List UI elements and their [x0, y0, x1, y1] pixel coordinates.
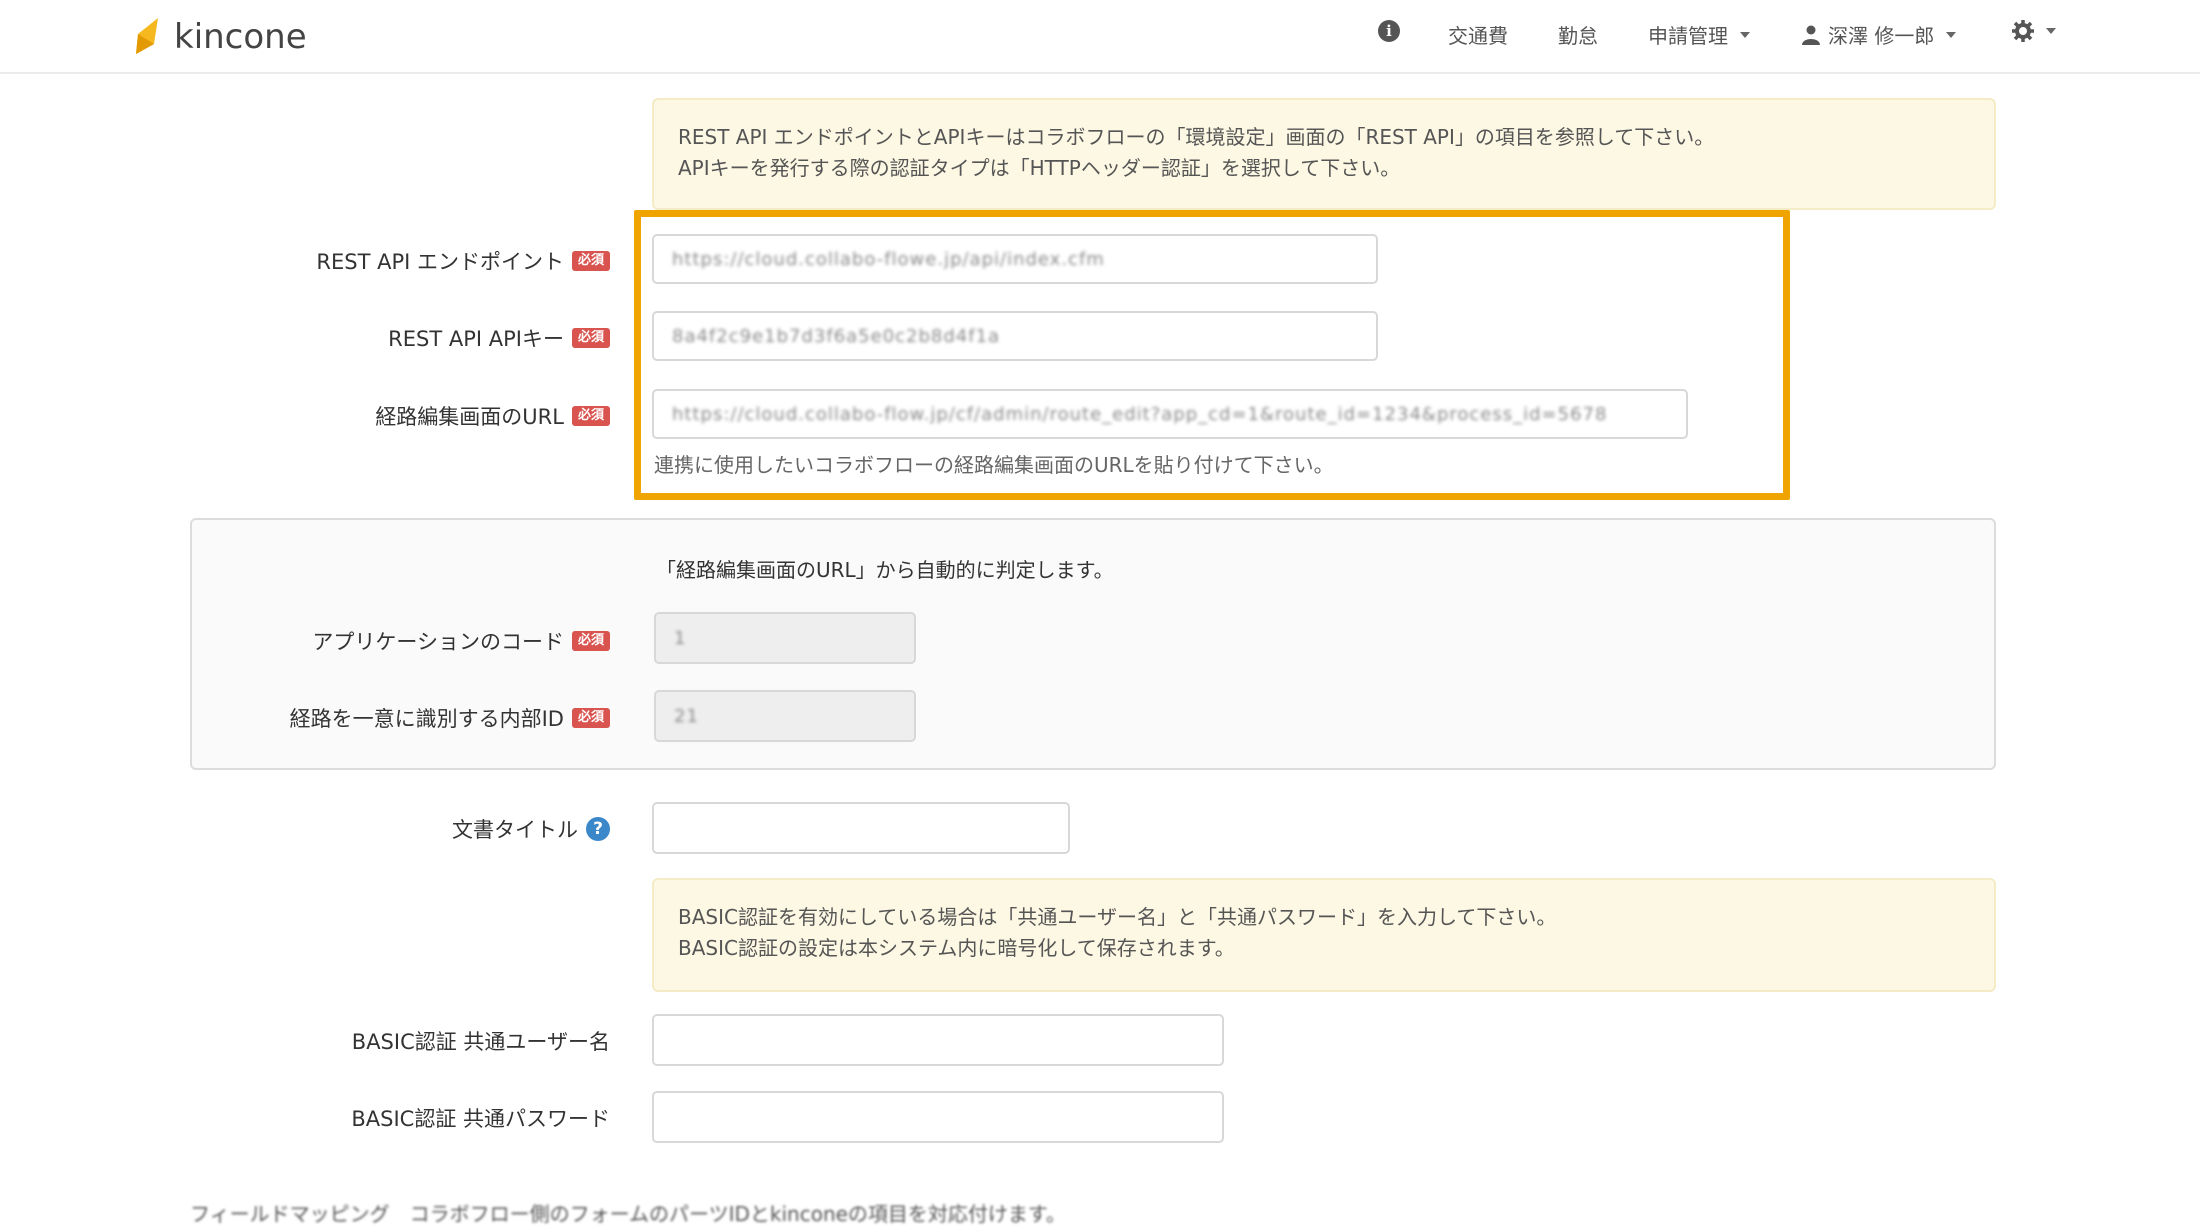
route-url-value: https://cloud.collabo-flow.jp/cf/admin/r…	[672, 403, 1608, 425]
nav-application-management-label: 申請管理	[1648, 24, 1728, 48]
nav-attendance[interactable]: 勤怠	[1558, 20, 1598, 49]
route-url-label: 経路編集画面のURL	[375, 405, 564, 429]
app-code-input: 1	[654, 612, 916, 664]
nav-transport-expense-label: 交通費	[1448, 24, 1508, 48]
nav-attendance-label: 勤怠	[1558, 24, 1598, 48]
api-info-line-2: APIキーを発行する際の認証タイプは「HTTPヘッダー認証」を選択して下さい。	[678, 156, 1401, 180]
help-icon[interactable]: ?	[586, 817, 610, 841]
nav-user-name: 深澤 修一郎	[1828, 24, 1935, 48]
chevron-down-icon	[2046, 28, 2056, 34]
doc-title-input[interactable]	[652, 802, 1070, 854]
required-badge: 必須	[571, 406, 610, 426]
endpoint-input[interactable]: https://cloud.collabo-flowe.jp/api/index…	[652, 234, 1378, 284]
endpoint-value: https://cloud.collabo-flowe.jp/api/index…	[672, 248, 1105, 270]
endpoint-label: REST API エンドポイント	[316, 250, 564, 274]
logo-text: kincone	[174, 17, 307, 57]
nav-user-menu[interactable]: 深澤 修一郎	[1802, 20, 1957, 49]
api-key-input[interactable]: 8a4f2c9e1b7d3f6a5e0c2b8d4f1a	[652, 311, 1378, 361]
app-code-label: アプリケーションのコード	[312, 630, 564, 654]
route-url-help: 連携に使用したいコラボフローの経路編集画面のURLを貼り付けて下さい。	[654, 453, 1334, 477]
api-info-alert: REST API エンドポイントとAPIキーはコラボフローの「環境設定」画面の「…	[652, 98, 1996, 210]
basic-user-input[interactable]	[652, 1014, 1224, 1066]
route-id-label-group: 経路を一意に識別する内部ID 必須	[290, 703, 610, 733]
basic-password-input[interactable]	[652, 1091, 1224, 1143]
info-icon: i	[1378, 20, 1400, 42]
route-id-label: 経路を一意に識別する内部ID	[289, 707, 564, 731]
api-key-value: 8a4f2c9e1b7d3f6a5e0c2b8d4f1a	[672, 325, 1001, 347]
basic-user-label-group: BASIC認証 共通ユーザー名	[352, 1026, 610, 1056]
chevron-down-icon	[1946, 31, 1957, 38]
required-badge: 必須	[571, 631, 610, 651]
route-id-input: 21	[654, 690, 916, 742]
basic-user-label: BASIC認証 共通ユーザー名	[351, 1030, 610, 1054]
app-code-value: 1	[674, 627, 687, 649]
required-badge: 必須	[571, 251, 610, 271]
required-badge: 必須	[571, 328, 610, 348]
doc-title-label: 文書タイトル	[452, 818, 578, 842]
nav-application-management[interactable]: 申請管理	[1648, 20, 1750, 49]
route-id-value: 21	[674, 705, 699, 727]
api-info-line-1: REST API エンドポイントとAPIキーはコラボフローの「環境設定」画面の「…	[678, 125, 1715, 149]
route-url-input[interactable]: https://cloud.collabo-flow.jp/cf/admin/r…	[652, 389, 1688, 439]
api-key-label: REST API APIキー	[388, 327, 564, 351]
kincone-logo[interactable]: kincone	[130, 12, 307, 62]
gear-icon	[2012, 20, 2034, 42]
app-code-label-group: アプリケーションのコード 必須	[312, 626, 610, 656]
doc-title-label-group: 文書タイトル ?	[452, 814, 610, 844]
chevron-down-icon	[1740, 31, 1750, 38]
basic-password-label: BASIC認証 共通パスワード	[351, 1107, 610, 1131]
basic-auth-line-2: BASIC認証の設定は本システム内に暗号化して保存されます。	[678, 936, 1235, 960]
nav-settings-menu[interactable]	[2012, 20, 2056, 42]
route-url-label-group: 経路編集画面のURL 必須	[375, 401, 610, 431]
field-mapping-heading: フィールドマッピング コラボフロー側のフォームのパーツIDとkinconeの項目…	[190, 1202, 1066, 1226]
logo-mark-icon	[136, 18, 158, 54]
basic-auth-alert: BASIC認証を有効にしている場合は「共通ユーザー名」と「共通パスワード」を入力…	[652, 878, 1996, 992]
info-button[interactable]: i	[1378, 20, 1400, 42]
user-icon	[1802, 25, 1820, 45]
required-badge: 必須	[571, 708, 610, 728]
top-navbar: kincone i 交通費 勤怠 申請管理 深澤 修一郎	[0, 0, 2200, 74]
nav-transport-expense[interactable]: 交通費	[1448, 20, 1508, 49]
endpoint-label-group: REST API エンドポイント 必須	[316, 246, 610, 276]
auto-detect-note: 「経路編集画面のURL」から自動的に判定します。	[656, 558, 1114, 582]
basic-auth-line-1: BASIC認証を有効にしている場合は「共通ユーザー名」と「共通パスワード」を入力…	[678, 905, 1557, 929]
api-key-label-group: REST API APIキー 必須	[388, 323, 610, 353]
basic-password-label-group: BASIC認証 共通パスワード	[351, 1103, 610, 1133]
